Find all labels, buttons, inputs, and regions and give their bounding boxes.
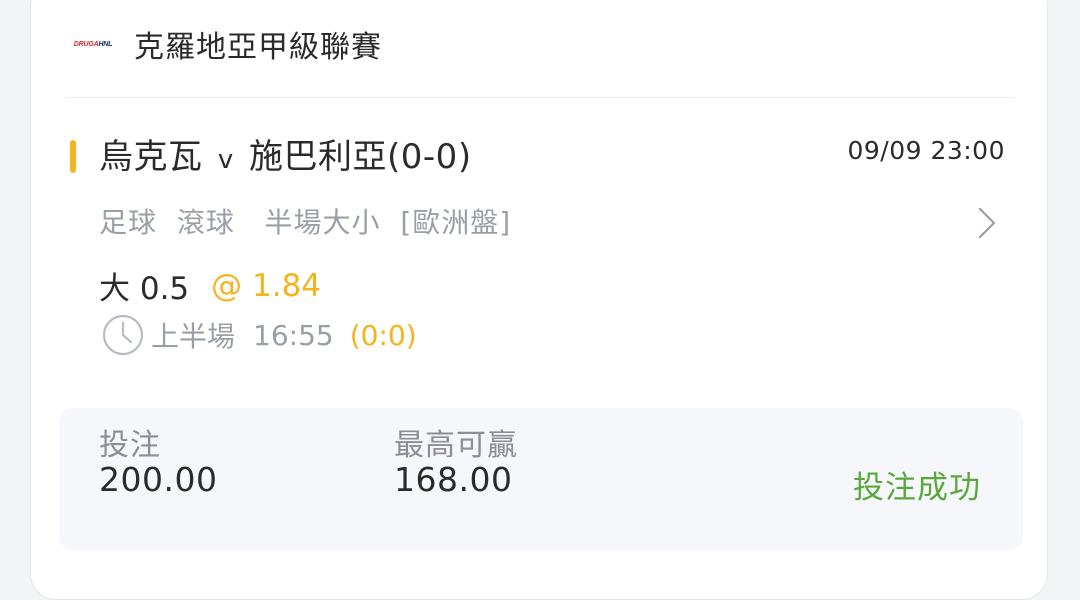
selection-pick: 大 0.5 — [99, 271, 190, 307]
selection-odds: @ 1.84 — [211, 267, 322, 304]
market-type: 半場大小 — [264, 206, 381, 239]
away-team: 施巴利亞 — [249, 137, 388, 177]
clock-icon — [102, 314, 144, 356]
stake-label: 投注 — [99, 428, 161, 463]
match-period: 上半場 — [151, 320, 236, 353]
mode-label: 滾球 — [176, 206, 235, 239]
odds-format: [歐洲盤] — [400, 206, 512, 239]
selection: 大 0.5 @ 1.84 — [99, 263, 321, 308]
chevron-right-icon[interactable] — [975, 203, 999, 243]
match-score: (0-0) — [387, 137, 472, 177]
market-info: 足球 滾球 半場大小 [歐洲盤] — [99, 201, 511, 241]
match-clock: 16:55 — [253, 318, 334, 352]
league-name: 克羅地亞甲級聯賽 — [134, 30, 382, 65]
bet-record-card: DRUGA HNL 克羅地亞甲級聯賽 烏克瓦 v 施巴利亞(0-0) 09/09 … — [30, 0, 1048, 600]
bet-status-badge: 投注成功 — [853, 470, 981, 506]
max-win-value: 168.00 — [394, 460, 513, 499]
max-win-label: 最高可贏 — [394, 428, 518, 463]
sport-label: 足球 — [99, 206, 158, 239]
live-score: (0:0) — [349, 318, 417, 352]
league-logo: DRUGA HNL — [73, 40, 113, 48]
bet-summary: 投注 200.00 最高可贏 168.00 投注成功 — [59, 408, 1023, 550]
stake-value: 200.00 — [99, 460, 218, 499]
league-header: DRUGA HNL 克羅地亞甲級聯賽 — [67, 19, 382, 69]
live-status: 上半場 16:55 (0:0) — [101, 313, 417, 357]
match-datetime: 09/09 23:00 — [847, 136, 1005, 165]
match-title: 烏克瓦 v 施巴利亞(0-0) — [99, 129, 472, 178]
home-team: 烏克瓦 — [99, 137, 203, 177]
divider — [65, 97, 1015, 98]
vs-label: v — [217, 145, 234, 175]
accent-bar — [70, 140, 76, 173]
